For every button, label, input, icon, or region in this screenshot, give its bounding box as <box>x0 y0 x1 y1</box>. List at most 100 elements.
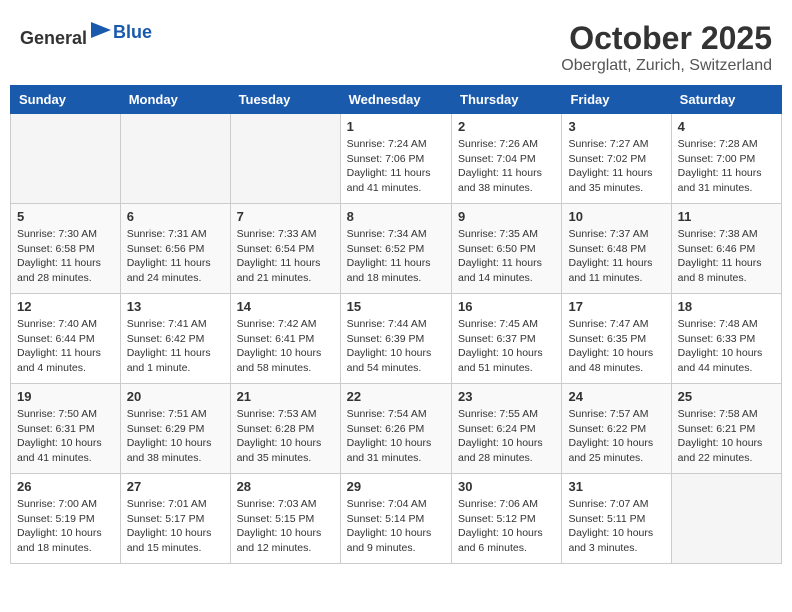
day-number: 15 <box>347 299 445 314</box>
day-cell-24: 24Sunrise: 7:57 AM Sunset: 6:22 PM Dayli… <box>562 384 671 474</box>
day-number: 3 <box>568 119 664 134</box>
day-cell-27: 27 Sunrise: 7:01 AM Sunset: 5:17 PM Dayli… <box>120 474 230 564</box>
day-info: Sunrise: 7:27 AM Sunset: 7:02 PM Dayligh… <box>568 137 664 196</box>
day-number: 2 <box>458 119 555 134</box>
day-cell-29: 29 Sunrise: 7:04 AM Sunset: 5:14 PM Dayli… <box>340 474 451 564</box>
day-cell-16: 16 Sunrise: 7:45 AM Sunset: 6:37 PM Dayli… <box>452 294 562 384</box>
day-number: 21 <box>237 389 334 404</box>
column-header-thursday: Thursday <box>452 86 562 114</box>
day-info: Sunrise: 7:48 AM Sunset: 6:33 PM Dayligh… <box>678 317 775 376</box>
column-header-wednesday: Wednesday <box>340 86 451 114</box>
day-info: Sunrise: 7:04 AM Sunset: 5:14 PM Dayligh… <box>347 497 445 556</box>
day-cell-31: 31Sunrise: 7:07 AM Sunset: 5:11 PM Dayli… <box>562 474 671 564</box>
day-number: 10 <box>568 209 664 224</box>
day-cell-28: 28Sunrise: 7:03 AM Sunset: 5:15 PM Dayli… <box>230 474 340 564</box>
column-header-friday: Friday <box>562 86 671 114</box>
day-number: 6 <box>127 209 224 224</box>
day-cell-23: 23Sunrise: 7:55 AM Sunset: 6:24 PM Dayli… <box>452 384 562 474</box>
title-block: October 2025 Oberglatt, Zurich, Switzerl… <box>561 20 772 75</box>
empty-cell <box>230 114 340 204</box>
day-info: Sunrise: 7:00 AM Sunset: 5:19 PM Dayligh… <box>17 497 114 556</box>
day-cell-5: 5 Sunrise: 7:30 AM Sunset: 6:58 PM Daylig… <box>11 204 121 294</box>
day-number: 5 <box>17 209 114 224</box>
day-cell-20: 20 Sunrise: 7:51 AM Sunset: 6:29 PM Dayli… <box>120 384 230 474</box>
page-header: General Blue October 2025 Oberglatt, Zur… <box>10 10 782 80</box>
day-cell-30: 30 Sunrise: 7:06 AM Sunset: 5:12 PM Dayli… <box>452 474 562 564</box>
empty-cell <box>11 114 121 204</box>
column-header-saturday: Saturday <box>671 86 781 114</box>
day-cell-9: 9Sunrise: 7:35 AM Sunset: 6:50 PM Daylig… <box>452 204 562 294</box>
day-number: 22 <box>347 389 445 404</box>
day-number: 16 <box>458 299 555 314</box>
week-row-3: 12Sunrise: 7:40 AM Sunset: 6:44 PM Dayli… <box>11 294 782 384</box>
week-row-4: 19Sunrise: 7:50 AM Sunset: 6:31 PM Dayli… <box>11 384 782 474</box>
day-info: Sunrise: 7:57 AM Sunset: 6:22 PM Dayligh… <box>568 407 664 466</box>
day-info: Sunrise: 7:06 AM Sunset: 5:12 PM Dayligh… <box>458 497 555 556</box>
day-number: 7 <box>237 209 334 224</box>
day-info: Sunrise: 7:31 AM Sunset: 6:56 PM Dayligh… <box>127 227 224 286</box>
logo-text-general: General <box>20 28 87 48</box>
day-number: 8 <box>347 209 445 224</box>
day-cell-6: 6 Sunrise: 7:31 AM Sunset: 6:56 PM Daylig… <box>120 204 230 294</box>
day-info: Sunrise: 7:58 AM Sunset: 6:21 PM Dayligh… <box>678 407 775 466</box>
calendar-header-row: SundayMondayTuesdayWednesdayThursdayFrid… <box>11 86 782 114</box>
day-info: Sunrise: 7:53 AM Sunset: 6:28 PM Dayligh… <box>237 407 334 466</box>
week-row-5: 26 Sunrise: 7:00 AM Sunset: 5:19 PM Dayli… <box>11 474 782 564</box>
day-info: Sunrise: 7:44 AM Sunset: 6:39 PM Dayligh… <box>347 317 445 376</box>
logo-flag-icon <box>89 20 113 44</box>
day-number: 28 <box>237 479 334 494</box>
day-number: 13 <box>127 299 224 314</box>
day-cell-8: 8Sunrise: 7:34 AM Sunset: 6:52 PM Daylig… <box>340 204 451 294</box>
day-number: 1 <box>347 119 445 134</box>
day-info: Sunrise: 7:26 AM Sunset: 7:04 PM Dayligh… <box>458 137 555 196</box>
day-number: 25 <box>678 389 775 404</box>
day-cell-17: 17 Sunrise: 7:47 AM Sunset: 6:35 PM Dayli… <box>562 294 671 384</box>
column-header-monday: Monday <box>120 86 230 114</box>
day-info: Sunrise: 7:07 AM Sunset: 5:11 PM Dayligh… <box>568 497 664 556</box>
day-number: 17 <box>568 299 664 314</box>
day-number: 27 <box>127 479 224 494</box>
column-header-sunday: Sunday <box>11 86 121 114</box>
day-number: 29 <box>347 479 445 494</box>
day-number: 12 <box>17 299 114 314</box>
empty-cell <box>671 474 781 564</box>
day-number: 23 <box>458 389 555 404</box>
column-header-tuesday: Tuesday <box>230 86 340 114</box>
day-info: Sunrise: 7:54 AM Sunset: 6:26 PM Dayligh… <box>347 407 445 466</box>
day-number: 11 <box>678 209 775 224</box>
day-cell-19: 19Sunrise: 7:50 AM Sunset: 6:31 PM Dayli… <box>11 384 121 474</box>
week-row-1: 1 Sunrise: 7:24 AM Sunset: 7:06 PM Daylig… <box>11 114 782 204</box>
day-info: Sunrise: 7:28 AM Sunset: 7:00 PM Dayligh… <box>678 137 775 196</box>
day-number: 20 <box>127 389 224 404</box>
day-cell-13: 13 Sunrise: 7:41 AM Sunset: 6:42 PM Dayli… <box>120 294 230 384</box>
day-info: Sunrise: 7:33 AM Sunset: 6:54 PM Dayligh… <box>237 227 334 286</box>
day-info: Sunrise: 7:51 AM Sunset: 6:29 PM Dayligh… <box>127 407 224 466</box>
week-row-2: 5 Sunrise: 7:30 AM Sunset: 6:58 PM Daylig… <box>11 204 782 294</box>
day-cell-12: 12Sunrise: 7:40 AM Sunset: 6:44 PM Dayli… <box>11 294 121 384</box>
day-info: Sunrise: 7:30 AM Sunset: 6:58 PM Dayligh… <box>17 227 114 286</box>
day-info: Sunrise: 7:45 AM Sunset: 6:37 PM Dayligh… <box>458 317 555 376</box>
day-info: Sunrise: 7:35 AM Sunset: 6:50 PM Dayligh… <box>458 227 555 286</box>
day-cell-18: 18Sunrise: 7:48 AM Sunset: 6:33 PM Dayli… <box>671 294 781 384</box>
day-number: 26 <box>17 479 114 494</box>
day-cell-15: 15 Sunrise: 7:44 AM Sunset: 6:39 PM Dayli… <box>340 294 451 384</box>
logo-blue-text: Blue <box>113 22 152 43</box>
day-cell-10: 10Sunrise: 7:37 AM Sunset: 6:48 PM Dayli… <box>562 204 671 294</box>
day-info: Sunrise: 7:01 AM Sunset: 5:17 PM Dayligh… <box>127 497 224 556</box>
day-info: Sunrise: 7:41 AM Sunset: 6:42 PM Dayligh… <box>127 317 224 376</box>
location-title: Oberglatt, Zurich, Switzerland <box>561 57 772 75</box>
day-cell-11: 11Sunrise: 7:38 AM Sunset: 6:46 PM Dayli… <box>671 204 781 294</box>
day-cell-3: 3 Sunrise: 7:27 AM Sunset: 7:02 PM Daylig… <box>562 114 671 204</box>
day-number: 30 <box>458 479 555 494</box>
day-cell-21: 21 Sunrise: 7:53 AM Sunset: 6:28 PM Dayli… <box>230 384 340 474</box>
day-cell-22: 22 Sunrise: 7:54 AM Sunset: 6:26 PM Dayli… <box>340 384 451 474</box>
day-cell-25: 25 Sunrise: 7:58 AM Sunset: 6:21 PM Dayli… <box>671 384 781 474</box>
day-info: Sunrise: 7:47 AM Sunset: 6:35 PM Dayligh… <box>568 317 664 376</box>
day-info: Sunrise: 7:24 AM Sunset: 7:06 PM Dayligh… <box>347 137 445 196</box>
month-title: October 2025 <box>561 20 772 57</box>
logo: General Blue <box>20 20 152 49</box>
calendar-table: SundayMondayTuesdayWednesdayThursdayFrid… <box>10 85 782 564</box>
day-info: Sunrise: 7:50 AM Sunset: 6:31 PM Dayligh… <box>17 407 114 466</box>
empty-cell <box>120 114 230 204</box>
day-number: 4 <box>678 119 775 134</box>
